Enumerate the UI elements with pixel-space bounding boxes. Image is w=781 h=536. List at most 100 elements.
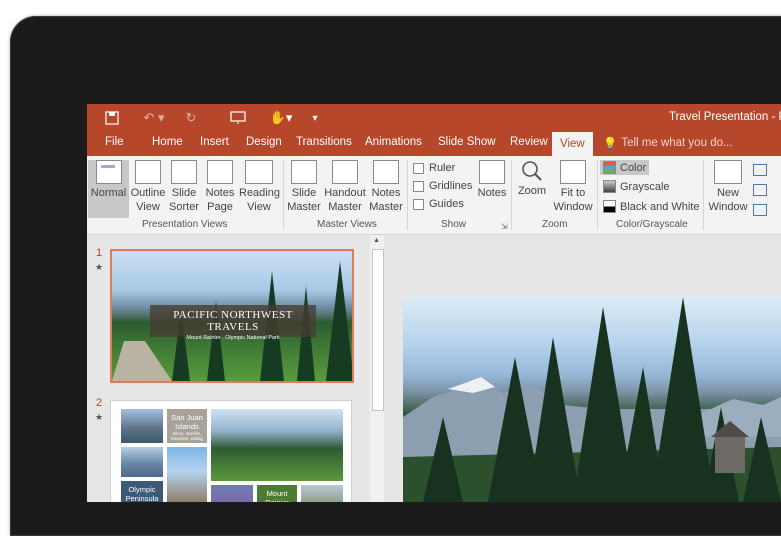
tile-label-text: San Juan Islands — [171, 413, 203, 431]
fit-label-2: Window — [553, 201, 593, 213]
save-icon[interactable] — [103, 109, 121, 127]
caption-tile: Olympic Peninsula — [121, 481, 163, 502]
tile-label: Olympic Peninsula — [125, 485, 159, 502]
separator — [511, 160, 512, 230]
black-and-white-button[interactable]: Black and White — [603, 200, 699, 213]
scroll-thumb[interactable] — [372, 249, 384, 411]
tab-transitions[interactable]: Transitions — [296, 136, 352, 148]
undo-icon[interactable]: ↶ ▾ — [141, 109, 167, 127]
handout-master-icon — [332, 160, 358, 184]
photo — [211, 485, 253, 502]
title-placeholder: PACIFIC NORTHWEST TRAVELS Mount Rainier … — [150, 305, 316, 341]
normal-label: Normal — [90, 187, 127, 199]
zoom-button[interactable]: Zoom — [514, 160, 550, 198]
group-master-views: Master Views — [317, 219, 377, 230]
outline-view-button[interactable]: Outline View — [130, 160, 166, 214]
group-color-grayscale: Color/Grayscale — [616, 219, 688, 230]
outline-label-2: View — [136, 201, 160, 213]
move-split-icon[interactable] — [753, 204, 767, 216]
photo — [301, 485, 343, 502]
normal-view-icon — [95, 160, 122, 184]
fit-to-window-button[interactable]: Fit to Window — [551, 160, 595, 214]
customize-qat-icon[interactable]: ▾ — [308, 109, 322, 127]
reading-view-icon — [245, 160, 273, 184]
checkbox-box — [413, 198, 424, 210]
start-from-beginning-icon[interactable] — [228, 109, 248, 127]
notes-button[interactable]: Notes — [475, 160, 509, 200]
slide-title: PACIFIC NORTHWEST TRAVELS — [173, 309, 293, 333]
photo — [211, 409, 343, 481]
slide-master-icon — [291, 160, 317, 184]
ruler-label: Ruler — [429, 162, 456, 174]
outline-view-icon — [135, 160, 161, 184]
new-window-button[interactable]: New Window — [705, 160, 751, 214]
checkbox-box — [413, 162, 424, 174]
handout-master-button[interactable]: Handout Master — [323, 160, 367, 214]
tab-review[interactable]: Review — [510, 136, 548, 148]
separator — [597, 160, 598, 230]
tile-sub-text: hikes, sea life, beaches, eating — [171, 431, 203, 441]
slide-subtitle: Mount Rainier . Olympic National Park — [186, 335, 280, 341]
color-icon — [603, 161, 616, 174]
notes-master-label-1: Notes — [371, 187, 401, 199]
arrange-all-icon[interactable] — [753, 164, 767, 176]
new-window-icon — [714, 160, 742, 184]
cascade-icon[interactable] — [753, 184, 767, 196]
tab-insert[interactable]: Insert — [200, 136, 229, 148]
redo-icon[interactable]: ↻ — [182, 109, 200, 127]
handout-label-2: Master — [328, 201, 362, 213]
ribbon: Normal Outline View Slide Sorter Notes P… — [87, 156, 781, 235]
slide-thumbnail-2[interactable]: San Juan Islands hikes, sea life, beache… — [110, 400, 352, 502]
group-zoom: Zoom — [542, 219, 568, 230]
powerpoint-window: ↶ ▾ ↻ ✋▾ ▾ Travel Presentation - P File … — [87, 104, 781, 502]
notes-master-icon — [373, 160, 399, 184]
photo — [121, 409, 163, 443]
slide-thumbnail-1[interactable]: PACIFIC NORTHWEST TRAVELS Mount Rainier … — [110, 249, 354, 383]
notes-page-button[interactable]: Notes Page — [203, 160, 237, 214]
window-title: Travel Presentation - P — [669, 111, 781, 123]
dialog-launcher-icon[interactable]: ⇲ — [501, 222, 508, 231]
tab-file[interactable]: File — [105, 136, 124, 148]
color-label: Color — [620, 161, 647, 174]
fit-label-1: Fit to — [560, 187, 586, 199]
animation-star-icon: ★ — [95, 412, 104, 422]
guides-checkbox[interactable]: Guides — [413, 198, 464, 210]
ribbon-tabs: File Home Insert Design Transitions Anim… — [87, 132, 781, 156]
tell-me-box[interactable]: 💡 Tell me what you do... — [603, 136, 733, 150]
touch-mode-icon[interactable]: ✋▾ — [267, 109, 295, 127]
normal-view-button[interactable]: Normal — [88, 160, 129, 218]
notes-icon — [479, 160, 505, 184]
scroll-up-icon[interactable]: ▲ — [373, 237, 380, 244]
notes-master-button[interactable]: Notes Master — [368, 160, 404, 214]
thumbnail-scrollbar[interactable]: ▲ — [370, 235, 384, 502]
slide-master-button[interactable]: Slide Master — [286, 160, 322, 214]
gridlines-checkbox[interactable]: Gridlines — [413, 180, 472, 192]
slide-sorter-button[interactable]: Slide Sorter — [167, 160, 201, 214]
magnifier-icon — [520, 160, 544, 182]
black-white-icon — [603, 200, 616, 213]
notes-page-label-2: Page — [207, 201, 233, 213]
tab-home[interactable]: Home — [152, 136, 183, 148]
tab-animations[interactable]: Animations — [365, 136, 422, 148]
tile-label: Mount Rainier — [265, 489, 289, 502]
color-button[interactable]: Color — [600, 160, 650, 175]
sorter-label-2: Sorter — [169, 201, 199, 213]
group-show: Show — [441, 219, 467, 230]
photo — [167, 447, 207, 502]
ruler-checkbox[interactable]: Ruler — [413, 162, 455, 174]
grayscale-button[interactable]: Grayscale — [603, 180, 670, 193]
slide-number: 1 — [96, 247, 103, 259]
tab-slide-show[interactable]: Slide Show — [438, 136, 496, 148]
tab-view[interactable]: View — [552, 132, 593, 156]
separator — [283, 160, 284, 230]
reading-view-button[interactable]: Reading View — [239, 160, 280, 214]
slide-canvas[interactable] — [403, 297, 781, 502]
guides-label: Guides — [429, 198, 464, 210]
tab-design[interactable]: Design — [246, 136, 282, 148]
grayscale-icon — [603, 180, 616, 193]
slide-number: 2 — [96, 397, 103, 409]
tree-shape — [326, 261, 352, 381]
bw-label: Black and White — [620, 200, 700, 213]
reading-label-1: Reading — [239, 187, 280, 199]
notes-page-label-1: Notes — [205, 187, 235, 199]
